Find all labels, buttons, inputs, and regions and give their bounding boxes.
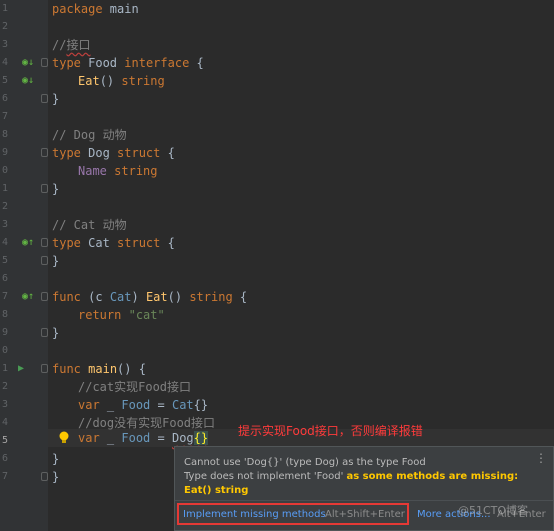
type-ref: Food	[121, 398, 151, 412]
string-literal: "cat"	[128, 308, 165, 322]
code-text: {	[160, 236, 175, 250]
code-text: (c	[80, 290, 110, 304]
code-line: // Cat 动物	[52, 216, 127, 234]
function-name: main	[88, 362, 118, 376]
code-line: }	[52, 182, 60, 196]
receiver-type: Cat	[109, 290, 132, 304]
error-text-bold: as some methods are missing:	[346, 471, 519, 482]
keyword: func	[52, 290, 81, 304]
code-line: type Dog struct {	[52, 144, 175, 162]
comment: // Dog 动物	[52, 128, 127, 142]
keyword: type	[52, 236, 81, 250]
code-line: }	[52, 452, 60, 466]
comment: //	[52, 38, 67, 52]
error-tooltip-popup: ⋮ Cannot use 'Dog{}' (type Dog) as the t…	[174, 446, 554, 531]
type-name: Dog	[80, 146, 118, 160]
method-name: Eat	[145, 290, 168, 304]
code-line: }	[52, 326, 60, 340]
code-text: ()	[99, 74, 122, 88]
code-line: type Food interface {	[52, 54, 204, 72]
comment: //dog没有实现Food接口	[78, 416, 216, 430]
keyword: struct	[117, 236, 161, 250]
code-text: =	[150, 431, 172, 445]
type-ref: Cat	[171, 398, 194, 412]
code-line: }	[52, 92, 60, 106]
code-line: }	[52, 470, 60, 484]
code-line: func main() {	[52, 360, 146, 378]
brace-highlight: {}	[193, 431, 209, 445]
code-text: {}	[193, 398, 209, 412]
code-line: var _ Food = Cat{}	[78, 396, 208, 414]
code-line: package main	[52, 0, 139, 18]
code-line: Name string	[78, 162, 158, 180]
keyword: string	[114, 164, 158, 178]
code-line: func (c Cat) Eat() string {	[52, 288, 247, 306]
shortcut-hint: Alt+Shift+Enter	[325, 509, 405, 520]
keyword: type	[52, 56, 81, 70]
error-expression[interactable]: Dog	[172, 431, 194, 445]
keyword: string	[121, 74, 165, 88]
code-line: type Cat struct {	[52, 234, 175, 252]
intention-bulb-icon[interactable]	[58, 431, 70, 445]
keyword: interface	[124, 56, 190, 70]
comment: // Cat 动物	[52, 218, 127, 232]
field-name: Name	[78, 164, 107, 178]
keyword: package	[52, 2, 103, 16]
keyword: func	[52, 362, 81, 376]
code-text: ()	[167, 290, 190, 304]
code-text: {	[189, 56, 204, 70]
missing-method: Eat() string	[184, 485, 249, 496]
type-ref: Food	[121, 431, 151, 445]
code-text: {	[160, 146, 175, 160]
code-text: _	[99, 398, 122, 412]
keyword: var	[78, 398, 100, 412]
code-line: //cat实现Food接口	[78, 378, 191, 396]
code-line: return "cat"	[78, 306, 165, 324]
type-name: Cat	[80, 236, 118, 250]
code-line: }	[52, 254, 60, 268]
comment: //cat实现Food接口	[78, 380, 192, 394]
code-text: main	[102, 2, 139, 16]
code-text: =	[150, 398, 172, 412]
code-line-error: var _ Food = Dog{}	[78, 429, 209, 447]
code-text: () {	[117, 362, 146, 376]
error-message: Cannot use 'Dog{}' (type Dog) as the typ…	[184, 456, 534, 498]
code-line: //接口	[52, 36, 90, 54]
implement-missing-methods-link[interactable]: Implement missing methods	[183, 509, 326, 520]
error-text: Type does not implement 'Food'	[184, 471, 347, 482]
watermark: @51CTO博客	[458, 504, 529, 517]
code-text: {	[232, 290, 248, 304]
code-line: Eat() string	[78, 72, 165, 90]
keyword: string	[189, 290, 233, 304]
keyword: type	[52, 146, 81, 160]
comment: 接口	[66, 38, 91, 52]
method-name: Eat	[78, 74, 100, 88]
error-line-1: Cannot use 'Dog{}' (type Dog) as the typ…	[184, 457, 426, 468]
annotation-text: 提示实现Food接口，否则编译报错	[238, 424, 423, 438]
code-text: _	[99, 431, 122, 445]
keyword: var	[78, 431, 100, 445]
more-options-icon[interactable]: ⋮	[535, 452, 547, 464]
keyword: struct	[117, 146, 161, 160]
error-line-2: Type does not implement 'Food' as some m…	[184, 470, 534, 484]
code-line: // Dog 动物	[52, 126, 127, 144]
keyword: return	[78, 308, 122, 322]
type-name: Food	[80, 56, 125, 70]
code-text: )	[131, 290, 146, 304]
